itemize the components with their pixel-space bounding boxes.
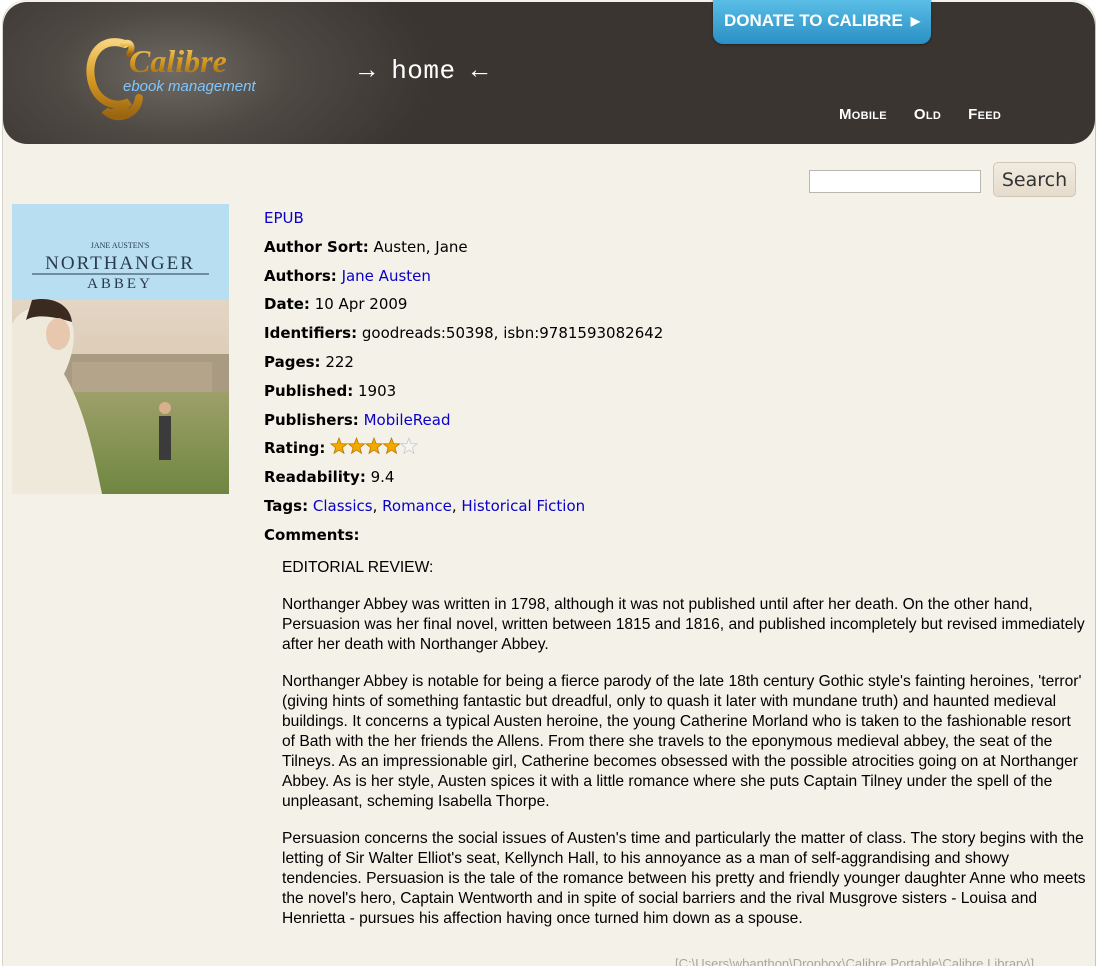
- pages-value: 222: [325, 352, 354, 371]
- identifiers-value: goodreads:50398, isbn:9781593082642: [361, 324, 664, 343]
- logo-subtitle: ebook management: [123, 78, 256, 95]
- readability-value: 9.4: [370, 468, 395, 487]
- author-sort-value: Austen, Jane: [373, 237, 468, 256]
- pages-row: Pages: 222: [264, 348, 1084, 377]
- cover-title-line2: ABBEY: [87, 276, 153, 292]
- publishers-row: Publishers: MobileRead: [264, 406, 1084, 435]
- rating-label: Rating:: [264, 439, 326, 458]
- readability-label: Readability:: [264, 468, 366, 487]
- author-sort-row: Author Sort: Austen, Jane: [264, 233, 1084, 262]
- book-details: EPUB Author Sort: Austen, Jane Authors: …: [264, 204, 1084, 550]
- chevron-right-icon: ▶: [910, 14, 921, 28]
- date-label: Date:: [264, 295, 310, 314]
- published-row: Published: 1903: [264, 377, 1084, 406]
- star-filled-icon: [347, 437, 366, 455]
- publisher-link[interactable]: MobileRead: [364, 411, 451, 429]
- comments-heading: EDITORIAL REVIEW:: [282, 559, 434, 576]
- comments-paragraph: Northanger Abbey is notable for being a …: [282, 673, 1082, 810]
- nav-old[interactable]: Old: [914, 106, 941, 123]
- tags-label: Tags:: [264, 496, 309, 515]
- calibre-logo[interactable]: Calibre ebook management: [85, 32, 265, 127]
- comments-paragraph: Persuasion concerns the social issues of…: [282, 830, 1086, 927]
- identifiers-label: Identifiers:: [264, 324, 358, 343]
- star-empty-icon: [400, 437, 419, 455]
- star-filled-icon: [382, 437, 401, 455]
- star-filled-icon: [330, 437, 349, 455]
- cover-title-line1: NORTHANGER: [45, 253, 195, 274]
- tag-link-historical-fiction[interactable]: Historical Fiction: [461, 497, 585, 515]
- cover-author: JANE AUSTEN'S: [91, 241, 150, 250]
- top-nav: Mobile Old Feed: [839, 106, 1001, 123]
- readability-row: Readability: 9.4: [264, 463, 1084, 492]
- tag-link-romance[interactable]: Romance: [382, 497, 452, 515]
- donate-label: DONATE TO CALIBRE: [723, 11, 903, 30]
- identifiers-row: Identifiers: goodreads:50398, isbn:97815…: [264, 319, 1084, 348]
- date-value: 10 Apr 2009: [314, 295, 408, 314]
- author-sort-label: Author Sort:: [264, 237, 369, 256]
- authors-row: Authors: Jane Austen: [264, 262, 1084, 291]
- donate-button[interactable]: DONATE TO CALIBRE ▶: [713, 0, 931, 44]
- comments-body: EDITORIAL REVIEW: Northanger Abbey was w…: [282, 558, 1088, 946]
- search-input[interactable]: [809, 170, 981, 193]
- author-link[interactable]: Jane Austen: [342, 267, 431, 285]
- rating-stars: [330, 437, 419, 455]
- nav-feed[interactable]: Feed: [968, 106, 1001, 123]
- format-link-epub[interactable]: EPUB: [264, 209, 304, 227]
- site-header: Calibre ebook management → home ← DONATE…: [3, 0, 1095, 144]
- rating-row: Rating:: [264, 434, 1084, 463]
- home-link[interactable]: → home ←: [359, 56, 488, 86]
- publishers-label: Publishers:: [264, 410, 359, 429]
- pages-label: Pages:: [264, 352, 321, 371]
- tag-link-classics[interactable]: Classics: [313, 497, 373, 515]
- book-cover[interactable]: JANE AUSTEN'S NORTHANGER ABBEY: [12, 204, 229, 494]
- comments-label: Comments:: [264, 525, 360, 544]
- logo-title: Calibre: [129, 43, 227, 79]
- page: Calibre ebook management → home ← DONATE…: [2, 0, 1096, 966]
- tags-row: Tags: Classics, Romance, Historical Fict…: [264, 496, 586, 515]
- date-row: Date: 10 Apr 2009: [264, 290, 1084, 319]
- published-label: Published:: [264, 381, 354, 400]
- search-button[interactable]: Search: [993, 162, 1076, 197]
- authors-label: Authors:: [264, 266, 337, 285]
- comments-paragraph: Northanger Abbey was written in 1798, al…: [282, 596, 1085, 653]
- library-path: [C:\Users\wbanthon\Dropbox\Calibre Porta…: [675, 956, 1035, 966]
- published-value: 1903: [358, 381, 397, 400]
- star-filled-icon: [365, 437, 384, 455]
- comments-row: Comments:: [264, 521, 1084, 550]
- nav-mobile[interactable]: Mobile: [839, 106, 887, 123]
